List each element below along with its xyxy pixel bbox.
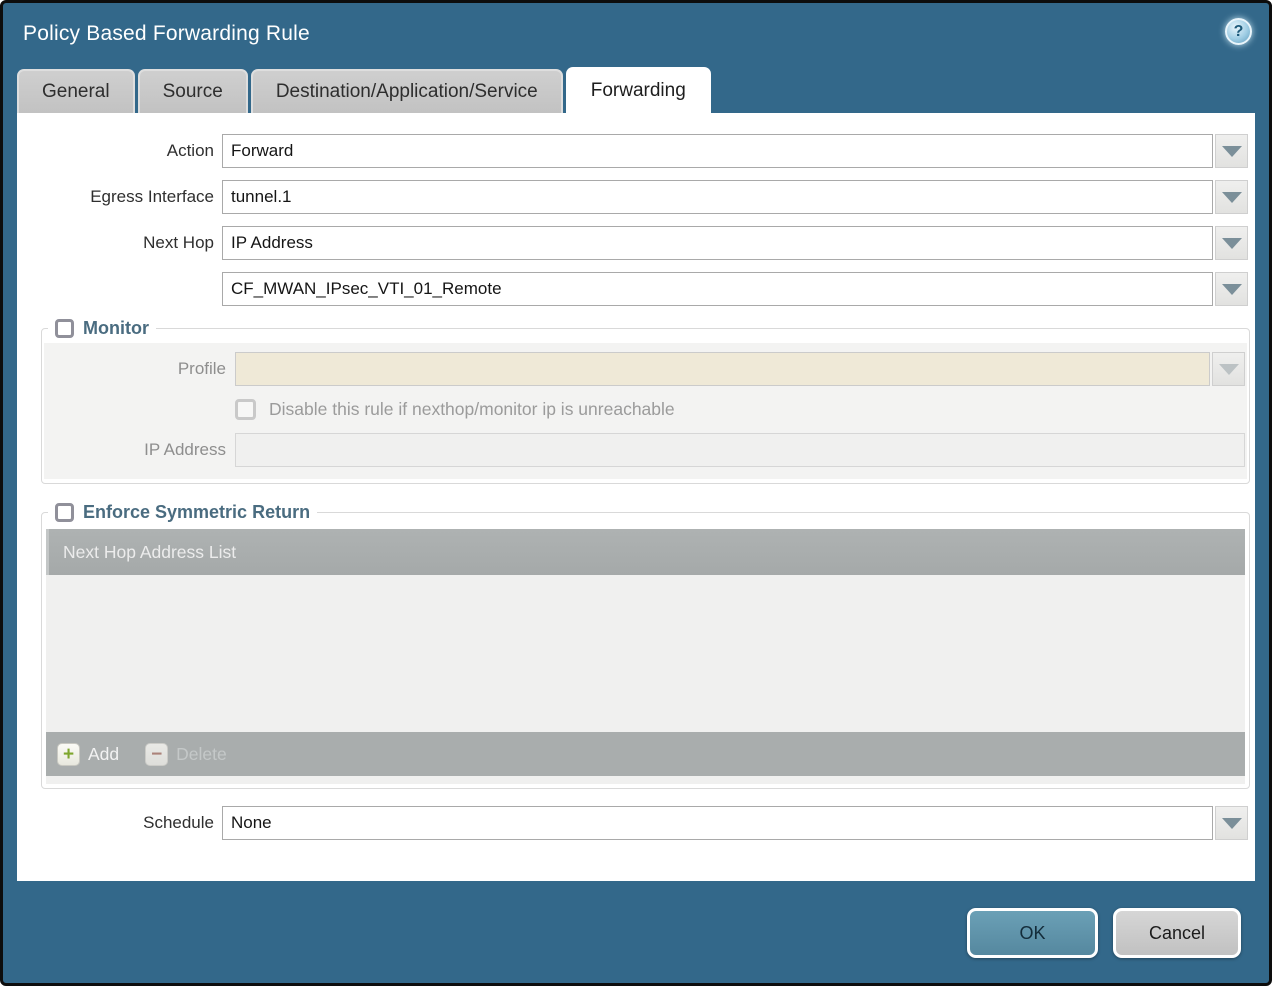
next-hop-address-dropdown-button[interactable] [1215, 272, 1248, 306]
next-hop-address-table: Next Hop Address List + Add − Delete [46, 529, 1245, 784]
profile-row: Profile [44, 352, 1245, 386]
next-hop-address-list-body[interactable] [46, 575, 1245, 732]
next-hop-type-select[interactable]: IP Address [222, 226, 1213, 260]
dialog-footer: OK Cancel [3, 908, 1269, 958]
profile-dropdown-button [1212, 352, 1245, 386]
monitor-ip-input [235, 433, 1245, 467]
next-hop-address-select[interactable]: CF_MWAN_IPsec_VTI_01_Remote [222, 272, 1213, 306]
delete-button-label: Delete [176, 744, 227, 765]
monitor-panel: Profile Disable this rule if nexthop/mon… [44, 343, 1247, 479]
disable-rule-row: Disable this rule if nexthop/monitor ip … [235, 399, 1247, 420]
plus-glyph: + [63, 745, 74, 764]
schedule-dropdown-button[interactable] [1215, 806, 1248, 840]
egress-interface-dropdown-button[interactable] [1215, 180, 1248, 214]
enforce-legend-label: Enforce Symmetric Return [83, 502, 310, 523]
plus-icon: + [57, 743, 80, 766]
next-hop-row: Next Hop IP Address [17, 226, 1248, 260]
table-bottom-strip [46, 776, 1245, 784]
enforce-symmetric-return-checkbox[interactable] [55, 503, 74, 522]
chevron-down-icon [1222, 146, 1242, 157]
chevron-down-icon [1222, 284, 1242, 295]
action-row: Action Forward [17, 134, 1248, 168]
disable-rule-checkbox [235, 399, 256, 420]
ok-button[interactable]: OK [967, 908, 1098, 958]
chevron-down-icon [1222, 192, 1242, 203]
profile-label: Profile [44, 359, 226, 379]
disable-rule-label: Disable this rule if nexthop/monitor ip … [269, 399, 675, 420]
enforce-legend: Enforce Symmetric Return [48, 502, 317, 523]
add-button[interactable]: + Add [57, 743, 119, 766]
policy-based-forwarding-dialog: Policy Based Forwarding Rule ? General S… [0, 0, 1272, 986]
profile-select [235, 352, 1210, 386]
tab-general[interactable]: General [17, 69, 135, 113]
tab-destination-application-service[interactable]: Destination/Application/Service [251, 69, 563, 113]
tab-bar: General Source Destination/Application/S… [3, 67, 1269, 113]
table-toolbar: + Add − Delete [46, 732, 1245, 776]
add-button-label: Add [88, 744, 119, 765]
help-icon[interactable]: ? [1225, 18, 1252, 45]
next-hop-value-row: CF_MWAN_IPsec_VTI_01_Remote [17, 272, 1248, 306]
schedule-label: Schedule [17, 813, 214, 833]
chevron-down-icon [1222, 818, 1242, 829]
dialog-title: Policy Based Forwarding Rule [23, 22, 1269, 46]
egress-interface-label: Egress Interface [17, 187, 214, 207]
minus-icon: − [145, 743, 168, 766]
next-hop-label: Next Hop [17, 233, 214, 253]
next-hop-type-dropdown-button[interactable] [1215, 226, 1248, 260]
monitor-fieldset: Monitor Profile Disable this rule if nex… [41, 318, 1250, 484]
tab-forwarding[interactable]: Forwarding [566, 67, 711, 113]
egress-interface-row: Egress Interface tunnel.1 [17, 180, 1248, 214]
schedule-row: Schedule None [17, 806, 1248, 840]
monitor-legend: Monitor [48, 318, 156, 339]
forwarding-tab-panel: Action Forward Egress Interface tunnel.1… [17, 113, 1255, 881]
schedule-select[interactable]: None [222, 806, 1213, 840]
delete-button: − Delete [145, 743, 227, 766]
action-label: Action [17, 141, 214, 161]
action-dropdown-button[interactable] [1215, 134, 1248, 168]
chevron-down-icon [1222, 238, 1242, 249]
cancel-button[interactable]: Cancel [1113, 908, 1241, 958]
action-select[interactable]: Forward [222, 134, 1213, 168]
monitor-legend-label: Monitor [83, 318, 149, 339]
egress-interface-select[interactable]: tunnel.1 [222, 180, 1213, 214]
monitor-ip-row: IP Address [44, 433, 1245, 467]
monitor-ip-label: IP Address [44, 440, 226, 460]
tab-source[interactable]: Source [138, 69, 248, 113]
titlebar: Policy Based Forwarding Rule ? [3, 3, 1269, 67]
minus-glyph: − [151, 745, 162, 764]
monitor-checkbox[interactable] [55, 319, 74, 338]
next-hop-address-list-header[interactable]: Next Hop Address List [46, 529, 1245, 575]
chevron-down-icon [1219, 364, 1239, 375]
enforce-symmetric-return-fieldset: Enforce Symmetric Return Next Hop Addres… [41, 502, 1250, 789]
